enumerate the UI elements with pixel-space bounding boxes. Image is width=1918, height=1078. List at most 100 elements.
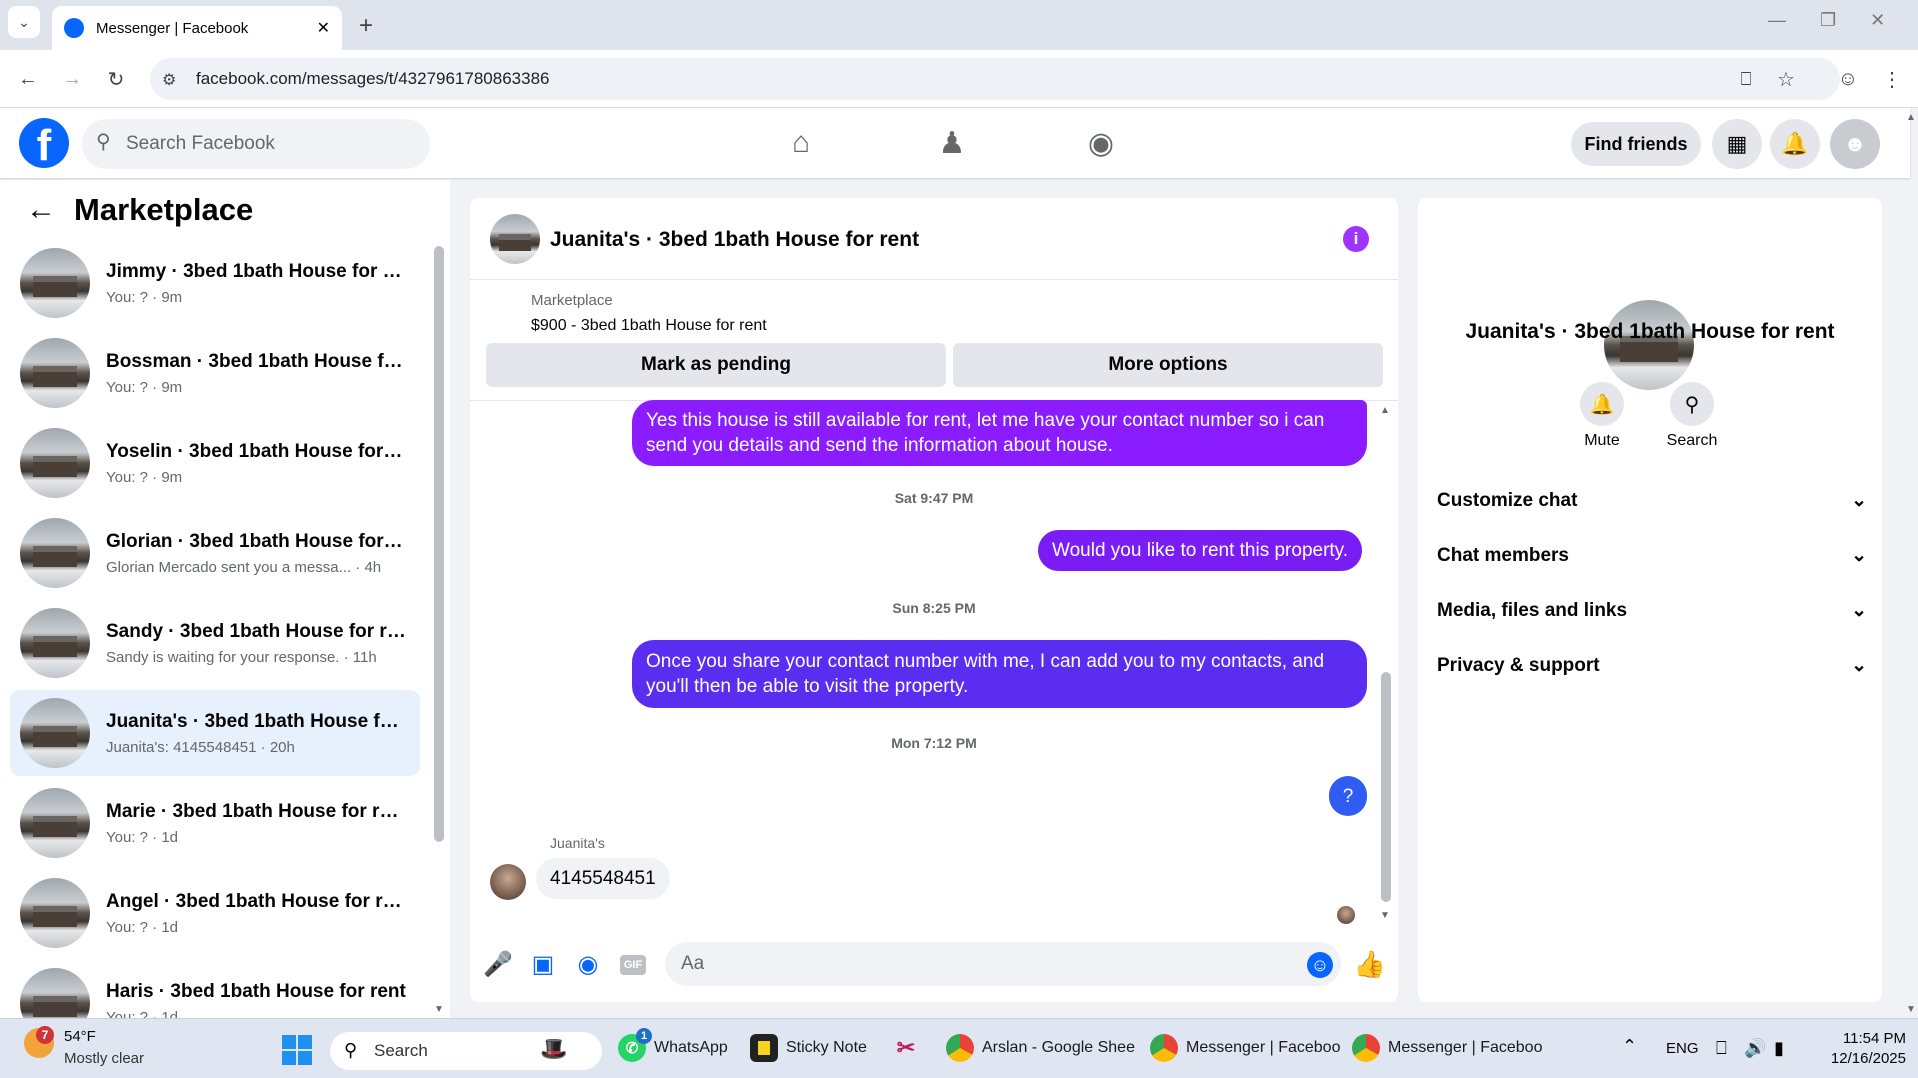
page-scroll-down-icon[interactable]: ▼ [1906,1004,1916,1015]
conversation-item-selected[interactable]: Juanita's · 3bed 1bath House for... Juani… [10,690,420,776]
conversation-title: Yoselin · 3bed 1bath House for r... [106,440,406,462]
privacy-support-row[interactable]: Privacy & support ⌄ [1437,654,1867,677]
profile-icon[interactable]: ☺ [1830,61,1866,97]
taskbar-app-label: Sticky Note [786,1039,867,1056]
conversation-title: Haris · 3bed 1bath House for rent [106,980,406,1002]
system-tray-chevron-icon[interactable]: ⌃ [1622,1036,1637,1057]
outgoing-message: Yes this house is still available for re… [632,400,1367,466]
weather-temp[interactable]: 54°F [64,1028,96,1045]
sender-name: Juanita's [550,835,605,851]
chat-avatar[interactable] [490,214,540,264]
scroll-down-icon[interactable]: ▼ [1380,910,1390,921]
composer-placeholder: Aa [681,953,705,974]
emoji-icon[interactable]: ☺ [1307,952,1333,978]
conversation-item[interactable]: Bossman · 3bed 1bath House for... You: ? … [10,330,420,416]
conversation-subtitle: You: ? · 1d [106,828,179,846]
message-input[interactable]: Aa [665,942,1341,986]
notifications-bell-icon[interactable]: 🔔 [1770,119,1820,169]
network-icon[interactable]: ⎕ [1716,1038,1727,1059]
conversation-title: Jimmy · 3bed 1bath House for re... [106,260,406,282]
chat-title[interactable]: Juanita's · 3bed 1bath House for rent [550,228,919,252]
new-tab-button[interactable]: + [348,8,384,44]
taskbar-whatsapp[interactable]: ✆ 1 WhatsApp [618,1028,728,1066]
back-arrow-icon[interactable]: ← [26,193,56,227]
weather-description: Mostly clear [64,1050,145,1067]
conversation-item[interactable]: Marie · 3bed 1bath House for rent You: ? … [10,780,420,866]
thumbs-up-icon[interactable]: 👍 [1352,946,1388,982]
find-friends-button[interactable]: Find friends [1571,122,1701,166]
gif-icon[interactable]: GIF [620,955,646,975]
restore-button[interactable]: ❐ [1820,10,1836,31]
photo-icon[interactable]: ▣ [525,946,561,982]
sidebar-title: Marketplace [74,192,254,227]
customize-chat-row[interactable]: Customize chat ⌄ [1437,489,1867,512]
windows-start-icon[interactable] [282,1035,312,1065]
facebook-logo[interactable]: f [19,118,69,168]
friends-icon[interactable]: ♟ [922,118,982,168]
conversation-title: Marie · 3bed 1bath House for rent [106,800,406,822]
taskbar-sticky-note[interactable]: Sticky Note [750,1030,867,1066]
media-files-links-row[interactable]: Media, files and links ⌄ [1437,599,1867,622]
mark-as-pending-button[interactable]: Mark as pending [486,343,946,387]
clock-time[interactable]: 11:54 PM [1818,1030,1906,1047]
search-in-chat-icon[interactable]: ⚲ [1670,382,1714,426]
sticker-icon[interactable]: ◉ [570,946,606,982]
site-settings-icon[interactable]: ⚙ [162,70,176,90]
conversation-subtitle: Juanita's: 4145548451 · 20h [106,738,295,756]
close-tab-icon[interactable]: ✕ [317,18,330,38]
search-icon: ⚲ [96,131,111,153]
conversation-item[interactable]: Angel · 3bed 1bath House for rent You: ? … [10,870,420,956]
more-options-button[interactable]: More options [953,343,1383,387]
install-app-icon[interactable]: ⎕ [1728,61,1764,97]
battery-icon[interactable]: ▮ [1774,1038,1784,1059]
browser-menu-icon[interactable]: ⋮ [1874,61,1910,97]
outgoing-message: Would you like to rent this property. [1038,530,1363,571]
conversation-subtitle: Sandy is waiting for your response. · 11… [106,648,377,666]
info-icon[interactable]: i [1343,226,1369,252]
chat-scrollbar[interactable] [1381,672,1391,902]
conversation-item[interactable]: Yoselin · 3bed 1bath House for r... You: … [10,420,420,506]
chevron-down-icon: ⌄ [1851,545,1867,566]
chat-members-row[interactable]: Chat members ⌄ [1437,544,1867,567]
conversation-item[interactable]: Sandy · 3bed 1bath House for rent Sandy i… [10,600,420,686]
sidebar-scrollbar[interactable] [434,246,444,842]
browser-tab-messenger[interactable]: Messenger | Facebook ✕ [52,6,342,50]
taskbar-chrome-messenger-1[interactable]: Messenger | Faceboo [1150,1030,1340,1066]
chevron-down-icon: ⌄ [1851,600,1867,621]
clock-date[interactable]: 12/16/2025 [1808,1050,1906,1067]
forward-arrow-icon[interactable]: → [54,61,90,97]
microphone-icon[interactable]: 🎤 [480,946,516,982]
language-indicator[interactable]: ENG [1666,1040,1699,1057]
taskbar-snipping-tool[interactable]: ✂ [892,1030,920,1066]
mute-bell-icon[interactable]: 🔔 [1580,382,1624,426]
conversation-item[interactable]: Glorian · 3bed 1bath House for r... Glori… [10,510,420,596]
close-window-button[interactable]: ✕ [1870,10,1885,31]
minimize-button[interactable]: — [1768,10,1786,31]
conversation-item[interactable]: Jimmy · 3bed 1bath House for re... You: ?… [10,240,420,326]
address-bar[interactable]: facebook.com/messages/t/4327961780863386 [150,58,1840,100]
whatsapp-badge: 1 [636,1028,652,1044]
conversation-subtitle: You: ? · 9m [106,288,183,306]
conversation-subtitle: You: ? · 1d [106,918,179,936]
chevron-down-icon: ⌄ [1851,490,1867,511]
taskbar-chrome-sheets[interactable]: Arslan - Google Shee [946,1030,1135,1066]
volume-icon[interactable]: 🔊 [1744,1038,1766,1059]
tab-search-icon[interactable]: ⌄ [8,6,40,38]
account-avatar[interactable]: ☻ [1830,119,1880,169]
url-text: facebook.com/messages/t/4327961780863386 [196,69,550,88]
bookmark-star-icon[interactable]: ☆ [1768,61,1804,97]
listing-price[interactable]: $900 - 3bed 1bath House for rent [531,317,767,335]
taskbar-chrome-messenger-2[interactable]: Messenger | Faceboo [1352,1030,1542,1066]
sender-avatar[interactable] [490,864,526,900]
conversation-item[interactable]: Haris · 3bed 1bath House for rent You: ? … [10,960,420,1018]
groups-icon[interactable]: ◉ [1071,118,1131,168]
details-avatar[interactable] [1604,300,1694,390]
reload-icon[interactable]: ↻ [98,61,134,97]
back-arrow-icon[interactable]: ← [10,61,46,97]
scroll-up-icon[interactable]: ▲ [1380,405,1390,416]
home-icon[interactable]: ⌂ [771,118,831,168]
facebook-search-input[interactable]: Search Facebook [82,119,430,169]
scroll-down-icon[interactable]: ▼ [434,1004,444,1015]
menu-grid-icon[interactable]: ▦ [1712,119,1762,169]
page-scroll-up-icon[interactable]: ▲ [1906,112,1916,123]
